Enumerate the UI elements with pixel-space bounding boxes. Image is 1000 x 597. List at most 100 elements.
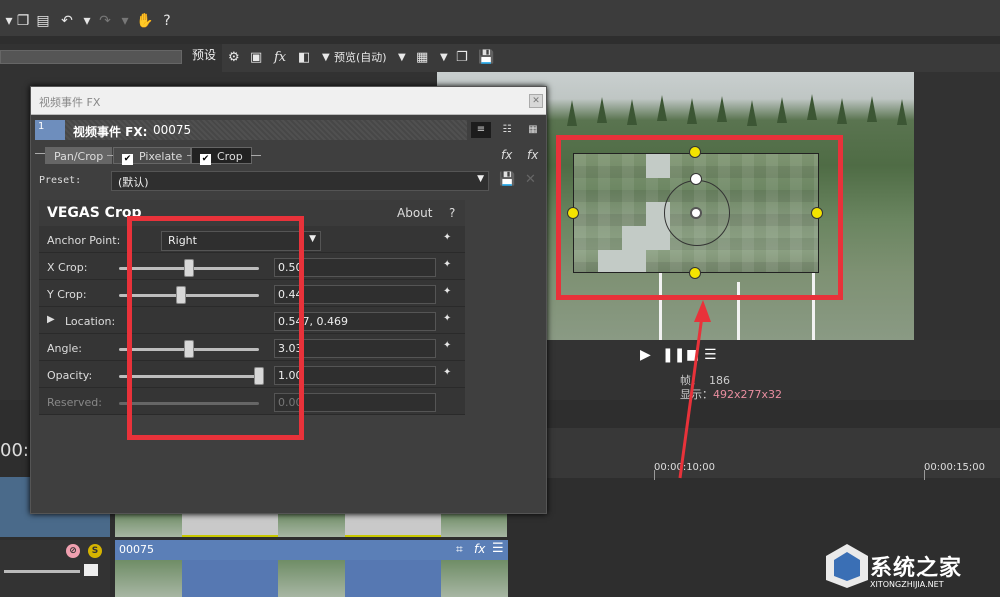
undo-dropdown-icon[interactable]: ▾ — [78, 12, 96, 30]
vegas-app-window: ▾ ❐ ▤ ↶ ▾ ↷ ▾ ✋ ? 预设 ⚙ ▣ fx ◧ ▼ 预览(自动) ▼… — [0, 0, 1000, 597]
solo-icon[interactable]: S — [88, 544, 102, 558]
preset-select[interactable]: (默认) ▼ — [111, 171, 489, 191]
param-label: Opacity: — [47, 369, 93, 382]
fx-window-title: 视频事件 FX — [39, 96, 101, 109]
overlays-dropdown-icon[interactable]: ▼ — [440, 49, 448, 67]
delete-preset-icon[interactable]: ✕ — [525, 172, 536, 187]
clip-thumbnail — [115, 513, 182, 537]
fx-header-label: 视频事件 FX: — [73, 125, 148, 139]
paste-icon[interactable]: ▤ — [34, 12, 52, 30]
param-label: Angle: — [47, 342, 83, 355]
video-fx-icon[interactable]: fx — [274, 49, 286, 67]
event-thumbnail-icon: 1 — [35, 120, 65, 140]
param-label: X Crop: — [47, 261, 88, 274]
frame-value: 186 — [709, 374, 730, 387]
preview-preset-tab[interactable]: 预设 — [192, 46, 216, 63]
animate-keyframe-icon[interactable]: ✦ — [443, 340, 457, 354]
checkbox-checked-icon[interactable]: ✔ — [122, 154, 133, 165]
remove-fx-icon[interactable]: fx — [527, 148, 538, 162]
overlays-grid-icon[interactable]: ▦ — [416, 49, 428, 67]
crop-icon[interactable]: ⌗ — [456, 542, 463, 557]
view-list-icon[interactable]: ☷ — [497, 122, 517, 138]
clip-thumbnail — [278, 513, 345, 537]
param-label: Reserved: — [47, 396, 102, 409]
preview-quality-select[interactable]: 预览(自动) — [334, 49, 387, 67]
quality-dropdown-icon[interactable]: ▼ — [398, 49, 406, 67]
fx-titlebar[interactable] — [31, 87, 546, 115]
track-volume-thumb[interactable] — [84, 564, 98, 576]
animate-keyframe-icon[interactable]: ✦ — [443, 313, 457, 327]
save-preset-icon[interactable]: 💾 — [499, 172, 515, 187]
track-volume-slider[interactable] — [4, 570, 80, 573]
play-icon[interactable]: ▶ — [640, 347, 651, 363]
watermark-logo-icon — [826, 544, 868, 588]
timecode-display: 00: — [0, 440, 29, 461]
chevron-down-icon: ▼ — [309, 234, 316, 244]
menu-icon[interactable]: ☰ — [704, 347, 717, 363]
annotation-highlight-params — [127, 216, 304, 440]
annotation-highlight-preview — [556, 135, 843, 300]
expand-arrow-icon[interactable]: ▶ — [47, 314, 55, 325]
clip-header-bar[interactable] — [115, 540, 508, 560]
chain-item-crop[interactable]: ✔ Crop — [191, 147, 252, 165]
stop-icon[interactable]: ■ — [686, 347, 699, 363]
param-label: Y Crop: — [47, 288, 87, 301]
clip-thumbnail — [115, 560, 182, 597]
watermark-subtitle: XITONGZHIJIA.NET — [870, 580, 944, 589]
clip-thumbnail — [441, 560, 508, 597]
preset-label: Preset: — [39, 175, 82, 186]
chain-label: Pan/Crop — [54, 150, 104, 163]
ruler-tick — [654, 470, 655, 480]
param-label: Anchor Point: — [47, 234, 121, 247]
animate-keyframe-icon[interactable]: ✦ — [443, 367, 457, 381]
save-snapshot-icon[interactable]: 💾 — [478, 49, 494, 67]
chain-item-pan-crop[interactable]: Pan/Crop — [45, 147, 113, 164]
animate-keyframe-icon[interactable]: ✦ — [443, 232, 457, 246]
checkbox-checked-icon[interactable]: ✔ — [200, 154, 211, 165]
preview-properties-icon[interactable]: ▣ — [250, 49, 262, 67]
preview-settings-icon[interactable]: ⚙ — [228, 49, 240, 67]
animate-keyframe-icon[interactable]: ✦ — [443, 259, 457, 273]
copy-icon[interactable]: ❐ — [14, 12, 32, 30]
explorer-path-field[interactable] — [0, 50, 182, 64]
video-clip-bottom[interactable] — [115, 560, 508, 597]
frame-label: 帧： — [680, 374, 702, 387]
copy-snapshot-icon[interactable]: ❐ — [456, 49, 468, 67]
ruler-tick — [924, 470, 925, 480]
view-grid-icon[interactable]: ▦ — [523, 122, 543, 138]
ruler-label-10s: 00:00:10;00 — [654, 462, 716, 473]
chain-connector — [251, 155, 261, 156]
chevron-down-icon: ▼ — [477, 174, 484, 184]
watermark-title: 系统之家 — [870, 556, 963, 581]
add-fx-icon[interactable]: fx — [501, 148, 512, 162]
fx-event-number: 00075 — [153, 123, 192, 137]
split-dropdown-icon[interactable]: ▼ — [322, 49, 330, 67]
undo-icon[interactable]: ↶ — [58, 12, 76, 30]
chain-label: Crop — [217, 150, 243, 163]
param-label: Location: — [65, 315, 116, 328]
frame-info: 帧： 186 显示：492x277x32 — [680, 374, 782, 402]
ruler-label-15s: 00:00:15;00 — [924, 462, 986, 473]
track-controls: ⊘ S — [0, 540, 110, 597]
hand-tool-icon[interactable]: ✋ — [136, 12, 154, 30]
preset-value: (默认) — [118, 176, 149, 189]
help-pointer-icon[interactable]: ? — [158, 12, 176, 30]
clip-name: 00075 — [119, 543, 154, 556]
help-link[interactable]: ? — [449, 206, 455, 220]
redo-dropdown-icon[interactable]: ▾ — [116, 12, 134, 30]
clip-thumbnail — [441, 513, 507, 537]
preview-toolbar: ⚙ ▣ fx ◧ ▼ 预览(自动) ▼ ▦ ▼ ❐ 💾 — [222, 44, 1000, 72]
video-clip-top[interactable] — [115, 513, 507, 537]
animate-keyframe-icon[interactable]: ✦ — [443, 286, 457, 300]
clip-fx-icon[interactable]: fx — [474, 542, 485, 556]
mute-icon[interactable]: ⊘ — [66, 544, 80, 558]
toolbar-divider — [0, 36, 1000, 44]
about-link[interactable]: About — [397, 206, 432, 220]
close-icon[interactable]: ✕ — [529, 94, 543, 108]
split-screen-icon[interactable]: ◧ — [298, 49, 310, 67]
view-single-icon[interactable]: ≡ — [471, 122, 491, 138]
chain-item-pixelate[interactable]: ✔ Pixelate — [113, 147, 192, 165]
clip-menu-icon[interactable]: ☰ — [492, 541, 504, 556]
pause-icon[interactable]: ❚❚ — [662, 347, 685, 363]
redo-icon[interactable]: ↷ — [96, 12, 114, 30]
